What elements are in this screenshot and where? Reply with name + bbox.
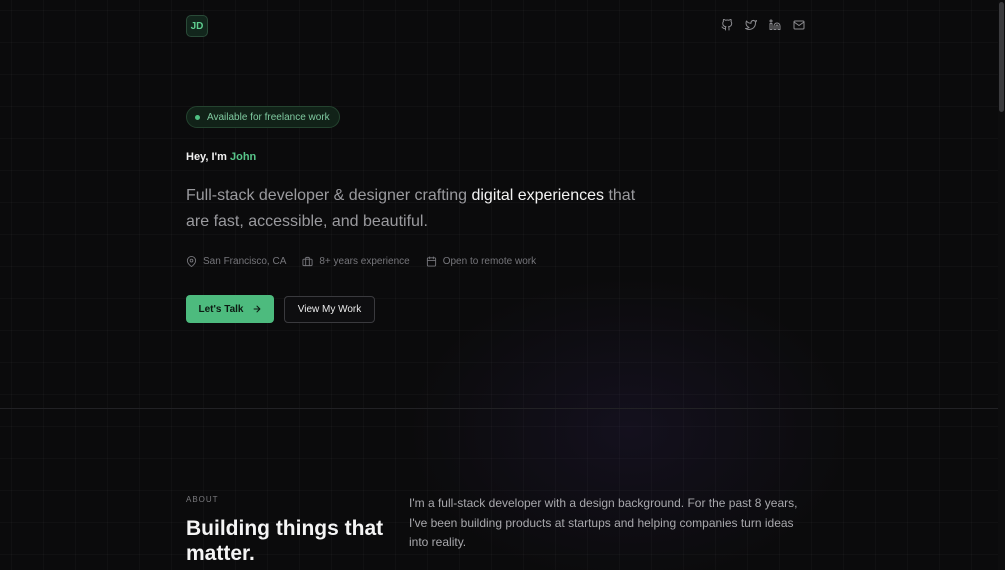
twitter-icon[interactable] [744, 18, 758, 32]
map-pin-icon [186, 256, 197, 267]
remote-text: Open to remote work [442, 256, 537, 267]
meta-location: San Francisco, CA [186, 256, 286, 267]
location-text: San Francisco, CA [203, 256, 287, 267]
view-work-label: View My Work [297, 304, 362, 315]
greeting-name: John [229, 151, 257, 163]
meta-experience: 8+ years experience [302, 256, 410, 267]
hero-headline: Full-stack developer & designer crafting… [186, 183, 646, 235]
greeting-prefix: Hey, I'm [186, 151, 230, 163]
headline-highlight: digital experiences [471, 187, 604, 204]
lets-talk-button[interactable]: Let's Talk [186, 295, 274, 323]
lets-talk-label: Let's Talk [198, 303, 244, 315]
status-dot [195, 114, 200, 120]
headline-part1: Full-stack developer & designer crafting [186, 187, 472, 204]
briefcase-icon [302, 256, 313, 267]
arrow-right-icon [253, 305, 260, 313]
linkedin-icon[interactable] [768, 18, 782, 32]
experience-text: 8+ years experience [319, 256, 410, 267]
mail-icon[interactable] [792, 18, 806, 32]
portfolio-page: JD Available for freelance work Hey, I'm… [0, 0, 1005, 570]
greeting: Hey, I'm John [186, 151, 256, 163]
scrollbar[interactable] [998, 0, 1005, 570]
scrollbar-thumb[interactable] [999, 2, 1004, 112]
calendar-icon [426, 256, 436, 267]
social-links [720, 18, 806, 32]
logo[interactable]: JD [186, 15, 208, 37]
about-label: ABOUT [186, 495, 219, 504]
meta-remote: Open to remote work [426, 256, 536, 267]
availability-text: Available for freelance work [207, 111, 330, 123]
about-text: I'm a full-stack developer with a design… [409, 496, 798, 549]
view-work-button[interactable]: View My Work [284, 296, 375, 323]
section-divider [0, 408, 1000, 409]
hero-meta: San Francisco, CA 8+ years experience Op… [186, 256, 536, 267]
about-title: Building things that matter. [186, 517, 384, 565]
availability-badge: Available for freelance work [186, 106, 340, 128]
github-icon[interactable] [720, 18, 734, 32]
